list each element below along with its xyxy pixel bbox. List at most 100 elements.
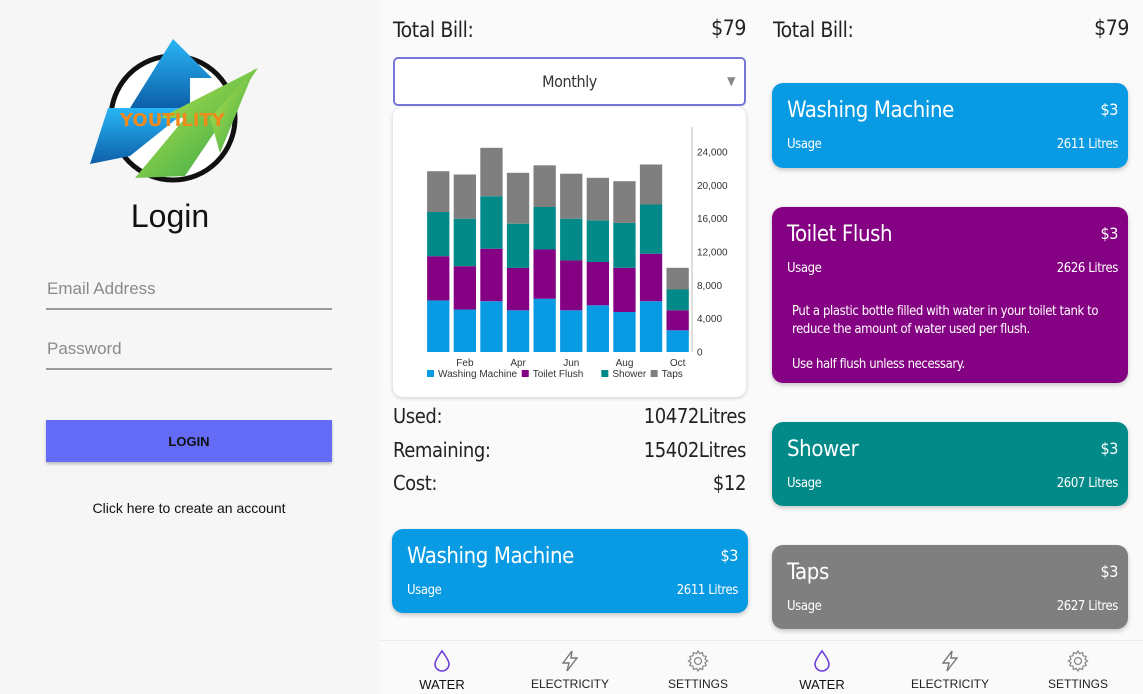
card-title: Taps [787, 560, 829, 585]
bottom-nav: WATER ELECTRICITY SETTINGS [380, 640, 760, 694]
bar-segment [560, 260, 583, 311]
total-bill-label: Total Bill: [773, 18, 854, 42]
card-usage-label: Usage [787, 261, 822, 276]
washing-machine-card[interactable]: Washing Machine $3 Usage 2611 Litres [392, 529, 748, 613]
bar-segment [533, 207, 556, 250]
bar-segment [560, 173, 583, 219]
stat-cost-value: $12 [712, 471, 747, 495]
youtility-logo: YOUTILITY [90, 39, 258, 183]
nav-item-label: ELECTRICITY [910, 677, 989, 691]
card-title: Toilet Flush [787, 222, 893, 247]
bar-segment [533, 249, 556, 299]
tip-text: Put a plastic bottle filled with water i… [792, 304, 1099, 337]
bar-segment [506, 310, 530, 352]
email-field[interactable] [46, 274, 332, 310]
water-overview-screen: Total Bill: $79 Monthly ▼ 0 4,000 8,000 12,… [380, 0, 760, 694]
total-bill-value: $79 [1094, 16, 1129, 40]
card-price: $3 [1100, 224, 1118, 243]
total-bill-row: Total Bill: $79 [773, 16, 1129, 46]
bar-segment [533, 165, 556, 207]
nav-item-electricity[interactable]: ELECTRICITY [900, 641, 1000, 694]
bar-segment [506, 172, 530, 224]
nav-item-label: WATER [799, 677, 845, 692]
y-tick-label: 24,000 [697, 148, 728, 159]
card-usage-value: 2611 Litres [676, 583, 739, 598]
bar-segment [560, 218, 583, 261]
y-tick-label: 20,000 [697, 181, 728, 192]
card-usage-label: Usage [407, 583, 442, 598]
total-bill-value: $79 [711, 16, 746, 40]
login-title: Login [130, 198, 210, 234]
x-tick-label: Aug [616, 358, 634, 369]
y-tick-label: 0 [697, 348, 703, 359]
login-button[interactable]: LOGIN [46, 420, 332, 462]
legend-label: Toilet Flush [533, 369, 584, 380]
bar-segment [453, 174, 476, 219]
gear-icon [1067, 649, 1089, 673]
login-screen: YOUTILITY Login LOGIN Click here to crea… [0, 0, 378, 694]
nav-item-water[interactable]: WATER [392, 641, 492, 694]
nav-item-settings[interactable]: SETTINGS [1028, 641, 1128, 694]
bar-segment [427, 212, 450, 257]
gear-icon [687, 649, 709, 673]
bar-segment [666, 267, 689, 290]
card-price: $3 [1100, 562, 1118, 581]
nav-item-water[interactable]: WATER [772, 641, 872, 694]
water-drop-icon [814, 649, 830, 672]
period-select[interactable]: Monthly ▼ [393, 57, 746, 106]
bottom-nav: WATER ELECTRICITY SETTINGS [760, 640, 1143, 694]
legend-label: Taps [662, 369, 683, 380]
password-field[interactable] [46, 334, 332, 370]
stat-remaining: Remaining: 15402Litres [393, 438, 746, 468]
nav-item-label: SETTINGS [667, 677, 728, 691]
taps-card[interactable]: Taps $3 Usage 2627 Litres [772, 545, 1128, 629]
bar-segment [666, 289, 689, 311]
bar-segment [480, 248, 503, 302]
stat-used: Used: 10472Litres [393, 404, 746, 434]
bar-segment [639, 301, 663, 352]
nav-item-label: WATER [419, 677, 465, 692]
total-bill-label: Total Bill: [393, 18, 474, 42]
card-price: $3 [1100, 439, 1118, 458]
nav-item-electricity[interactable]: ELECTRICITY [520, 641, 620, 694]
washing-machine-card[interactable]: Washing Machine $3 Usage 2611 Litres [772, 83, 1128, 168]
card-usage-value: 2611 Litres [1056, 137, 1119, 152]
bar-segment [666, 310, 689, 331]
water-drop-icon [434, 649, 450, 672]
toilet-flush-card[interactable]: Toilet Flush $3 Usage 2626 Litres Put a … [772, 207, 1128, 383]
x-tick-label: Oct [670, 358, 686, 369]
lightning-icon [941, 650, 959, 672]
bar-segment [506, 223, 530, 268]
bar-segment [453, 218, 476, 267]
bar-segment [639, 164, 663, 205]
nav-item-label: ELECTRICITY [530, 677, 609, 691]
stat-cost: Cost: $12 [393, 471, 746, 501]
bar-segment [427, 256, 450, 301]
bar-segment [560, 310, 583, 352]
create-account-link[interactable]: Click here to create an account [46, 500, 332, 516]
nav-item-settings[interactable]: SETTINGS [648, 641, 748, 694]
bar-segment [480, 301, 503, 352]
shower-card[interactable]: Shower $3 Usage 2607 Litres [772, 422, 1128, 506]
stat-used-label: Used: [393, 404, 443, 428]
usage-chart-card: 0 4,000 8,000 12,000 16,000 20,000 24,000 Feb Ap… [393, 107, 746, 397]
legend-swatch [650, 370, 658, 377]
bar-segment [613, 267, 636, 312]
bar-segment [586, 177, 609, 221]
card-usage-value: 2627 Litres [1056, 599, 1119, 614]
dropdown-caret-icon: ▼ [727, 74, 735, 88]
y-tick-label: 4,000 [697, 314, 722, 325]
bar-segment [639, 204, 663, 254]
legend-label: Shower [612, 369, 647, 380]
bar-segment [613, 312, 636, 352]
y-tick-label: 16,000 [697, 214, 728, 225]
total-bill-row: Total Bill: $79 [393, 16, 746, 46]
period-select-value: Monthly [542, 72, 597, 91]
logo-text: YOUTILITY [119, 110, 226, 131]
legend-label: Washing Machine [438, 369, 518, 380]
bar-segment [533, 298, 556, 352]
x-tick-label: Jun [563, 358, 579, 369]
bar-segment [613, 181, 636, 223]
x-tick-label: Apr [510, 358, 526, 369]
bar-segment [666, 330, 689, 352]
